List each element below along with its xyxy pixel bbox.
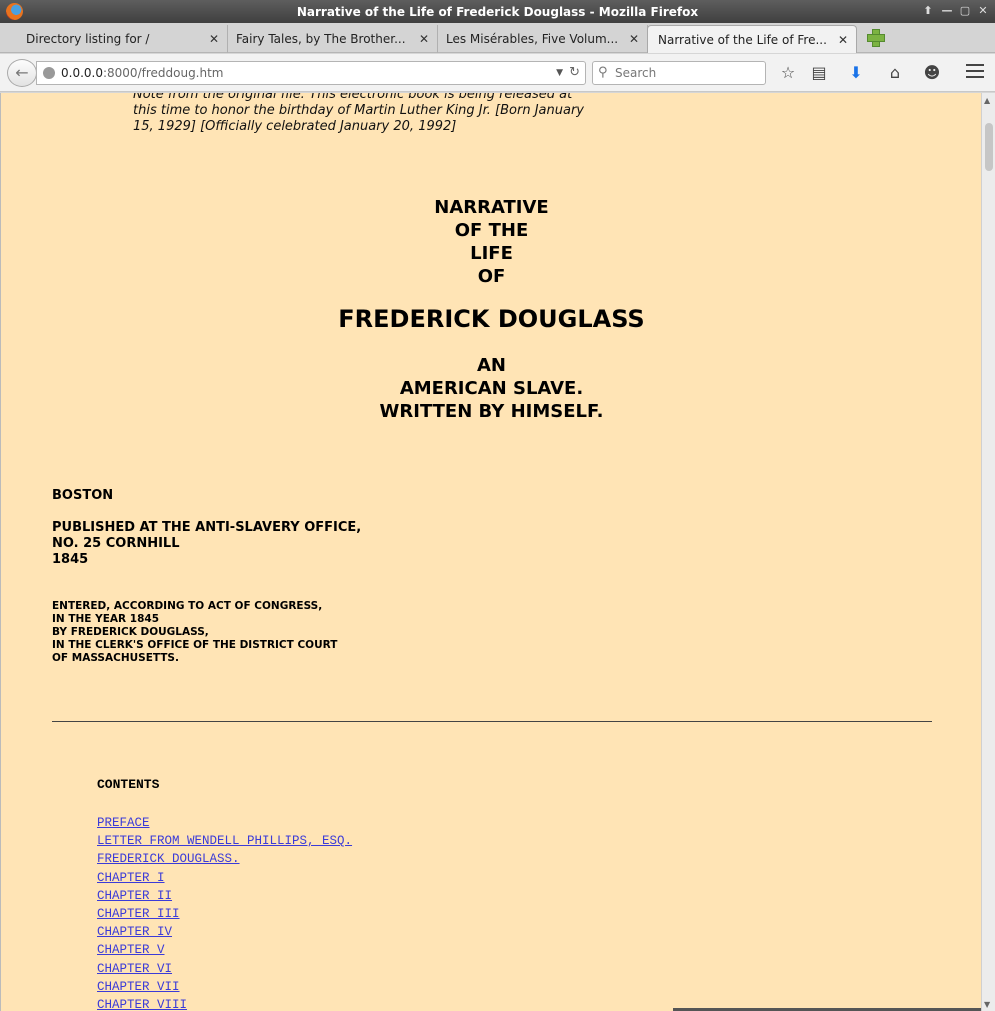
subtitle-line: WRITTEN BY HIMSELF. <box>379 401 604 422</box>
toc-link-chapter-7[interactable]: CHAPTER VII <box>97 978 352 996</box>
page-content: Note from the original file: This electr… <box>0 93 981 1011</box>
new-tab-plus-icon[interactable] <box>866 28 885 47</box>
search-input[interactable]: ⚲ Search <box>592 61 766 85</box>
site-identity-icon[interactable] <box>43 67 55 79</box>
publisher-line: PUBLISHED AT THE ANTI-SLAVERY OFFICE, <box>52 520 362 535</box>
maximize-icon[interactable]: ▢ <box>958 4 972 18</box>
bookmarks-list-icon[interactable]: ▤ <box>809 63 829 83</box>
copyright-line: ENTERED, ACCORDING TO ACT OF CONGRESS, <box>52 600 323 612</box>
title-line: NARRATIVE <box>434 197 549 218</box>
title-subtitle: AN AMERICAN SLAVE. WRITTEN BY HIMSELF. <box>1 354 981 423</box>
home-icon[interactable]: ⌂ <box>885 63 905 83</box>
tab-close-icon[interactable]: ✕ <box>629 25 639 53</box>
toc-link-chapter-8[interactable]: CHAPTER VIII <box>97 996 352 1011</box>
back-button[interactable]: ← <box>7 59 37 87</box>
toc-link-chapter-6[interactable]: CHAPTER VI <box>97 960 352 978</box>
table-of-contents: PREFACE LETTER FROM WENDELL PHILLIPS, ES… <box>97 814 352 1011</box>
copyright-line: OF MASSACHUSETTS. <box>52 652 179 664</box>
title-line: LIFE <box>470 243 513 264</box>
original-file-note: Note from the original file: This electr… <box>133 93 584 134</box>
horizontal-rule <box>52 721 932 722</box>
tab-frederick-douglass[interactable]: Narrative of the Life of Fre... ✕ <box>647 25 857 53</box>
reload-icon[interactable]: ↻ <box>569 62 580 84</box>
bookmark-star-icon[interactable]: ☆ <box>778 63 798 83</box>
firefox-logo-icon <box>6 3 23 20</box>
publisher-line: 1845 <box>52 552 89 567</box>
tab-label: Fairy Tales, by The Brother... <box>236 32 406 46</box>
scroll-up-icon[interactable]: ▲ <box>984 96 990 105</box>
title-prefix: NARRATIVE OF THE LIFE OF <box>1 196 981 288</box>
window-up-icon[interactable]: ⬆ <box>921 4 935 18</box>
minimize-icon[interactable]: — <box>940 4 954 18</box>
vertical-scrollbar[interactable]: ▲ ▼ <box>981 93 995 1011</box>
toc-link-chapter-4[interactable]: CHAPTER IV <box>97 923 352 941</box>
tab-les-miserables[interactable]: Les Misérables, Five Volum... ✕ <box>438 25 648 53</box>
tab-strip: Directory listing for / ✕ Fairy Tales, b… <box>0 23 995 53</box>
tab-close-icon[interactable]: ✕ <box>838 26 848 53</box>
publisher-line: NO. 25 CORNHILL <box>52 536 180 551</box>
tab-label: Directory listing for / <box>26 32 150 46</box>
tab-label: Narrative of the Life of Fre... <box>658 33 827 47</box>
tab-fairy-tales[interactable]: Fairy Tales, by The Brother... ✕ <box>228 25 438 53</box>
search-icon: ⚲ <box>598 65 608 80</box>
navigation-toolbar: ← 0.0.0.0:8000/freddoug.htm ▼ ↻ ⚲ Search… <box>0 54 995 92</box>
downloads-icon[interactable]: ⬇ <box>846 63 866 83</box>
toc-link-frederick-douglass[interactable]: FREDERICK DOUGLASS. <box>97 850 352 868</box>
tab-label: Les Misérables, Five Volum... <box>446 32 619 46</box>
copyright-notice: ENTERED, ACCORDING TO ACT OF CONGRESS, I… <box>52 600 337 665</box>
toc-link-chapter-2[interactable]: CHAPTER II <box>97 887 352 905</box>
publisher-info: PUBLISHED AT THE ANTI-SLAVERY OFFICE, NO… <box>52 520 361 568</box>
toc-link-chapter-3[interactable]: CHAPTER III <box>97 905 352 923</box>
menu-hamburger-icon[interactable] <box>966 64 984 80</box>
toc-link-chapter-1[interactable]: CHAPTER I <box>97 869 352 887</box>
window-close-icon[interactable]: ✕ <box>976 4 990 18</box>
back-arrow-icon: ← <box>15 63 29 82</box>
tab-close-icon[interactable]: ✕ <box>419 25 429 53</box>
url-host: 0.0.0.0 <box>61 66 103 80</box>
scroll-down-icon[interactable]: ▼ <box>984 1000 990 1009</box>
url-dropdown-icon[interactable]: ▼ <box>556 62 563 84</box>
copyright-line: IN THE YEAR 1845 <box>52 613 159 625</box>
search-placeholder: Search <box>615 66 657 80</box>
copyright-line: BY FREDERICK DOUGLASS, <box>52 626 209 638</box>
toc-link-chapter-5[interactable]: CHAPTER V <box>97 941 352 959</box>
toc-link-letter-phillips[interactable]: LETTER FROM WENDELL PHILLIPS, ESQ. <box>97 832 352 850</box>
url-bar[interactable]: 0.0.0.0:8000/freddoug.htm ▼ ↻ <box>36 61 586 85</box>
toc-link-preface[interactable]: PREFACE <box>97 814 352 832</box>
chat-icon[interactable]: ☻ <box>922 63 942 83</box>
url-path: :8000/freddoug.htm <box>102 66 224 80</box>
tab-directory-listing[interactable]: Directory listing for / ✕ <box>0 25 228 53</box>
subtitle-line: AMERICAN SLAVE. <box>399 378 584 399</box>
book-author-title: FREDERICK DOUGLASS <box>338 305 645 333</box>
scrollbar-thumb[interactable] <box>985 123 993 171</box>
publication-city: BOSTON <box>52 488 114 503</box>
title-line: OF THE <box>454 220 529 241</box>
contents-heading: CONTENTS <box>97 777 160 792</box>
copyright-line: IN THE CLERK'S OFFICE OF THE DISTRICT CO… <box>52 639 338 651</box>
subtitle-line: AN <box>477 355 506 376</box>
window-title: Narrative of the Life of Frederick Dougl… <box>296 4 699 19</box>
window-titlebar: Narrative of the Life of Frederick Dougl… <box>0 0 995 23</box>
tab-close-icon[interactable]: ✕ <box>209 25 219 53</box>
title-line: OF <box>477 266 506 287</box>
